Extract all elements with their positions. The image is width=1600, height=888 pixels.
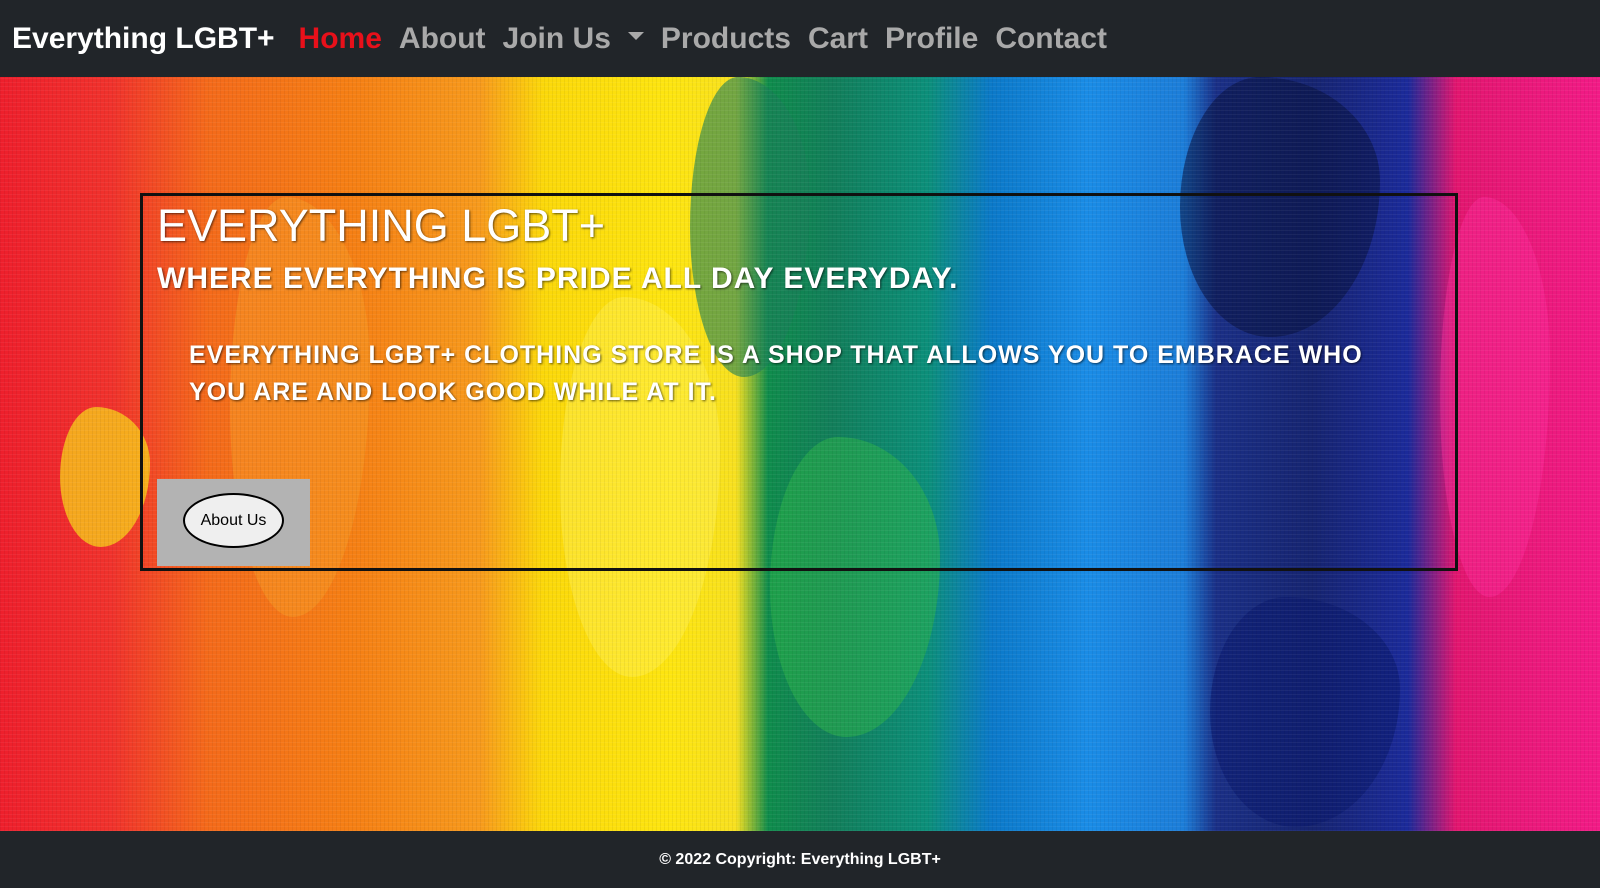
nav-contact[interactable]: Contact <box>995 22 1107 56</box>
nav-join-us-dropdown[interactable]: Join Us <box>503 22 644 56</box>
nav-profile[interactable]: Profile <box>885 22 978 56</box>
hero-subtitle: WHERE EVERYTHING IS PRIDE ALL DAY EVERYD… <box>157 262 959 295</box>
hero-description: EVERYTHING LGBT+ CLOTHING STORE IS A SHO… <box>189 341 1363 406</box>
about-button-container: About Us <box>157 479 310 566</box>
about-us-button[interactable]: About Us <box>183 493 284 548</box>
hero-content-box: EVERYTHING LGBT+ WHERE EVERYTHING IS PRI… <box>140 193 1458 571</box>
copyright-text: © 2022 Copyright: Everything LGBT+ <box>659 850 941 868</box>
nav-home[interactable]: Home <box>299 22 382 56</box>
chevron-down-icon <box>627 31 644 40</box>
brand-link[interactable]: Everything LGBT+ <box>12 22 275 56</box>
hero-title: EVERYTHING LGBT+ <box>157 200 606 251</box>
nav-cart[interactable]: Cart <box>808 22 868 56</box>
nav-products[interactable]: Products <box>661 22 791 56</box>
footer: © 2022 Copyright: Everything LGBT+ <box>0 831 1600 888</box>
nav-join-us-label: Join Us <box>502 21 611 55</box>
hero-banner: EVERYTHING LGBT+ WHERE EVERYTHING IS PRI… <box>0 77 1600 831</box>
navbar: Everything LGBT+ Home About Join Us Prod… <box>0 0 1600 77</box>
nav-about[interactable]: About <box>399 22 486 56</box>
